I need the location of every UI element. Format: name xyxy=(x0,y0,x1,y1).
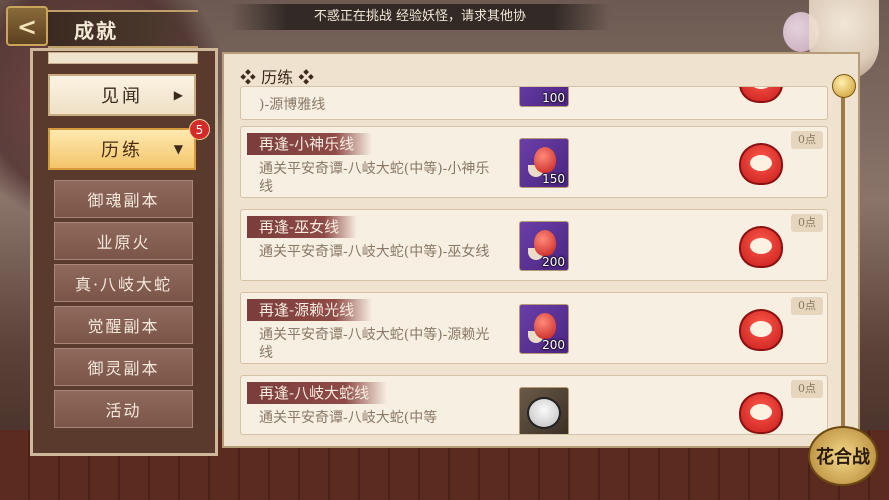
reward-item[interactable]: 200 xyxy=(519,304,569,354)
sidebar-item-partial[interactable] xyxy=(48,52,198,64)
subcategory-orochi[interactable]: 真·八岐大蛇 xyxy=(54,264,193,302)
sidebar-item-jianwen[interactable]: 见闻 ▶ xyxy=(48,74,196,116)
red-soul-jade-icon xyxy=(534,313,556,339)
sidebar-item-label: 见闻 xyxy=(101,86,143,107)
daruma-icon xyxy=(739,226,783,268)
scrollbar-knob[interactable] xyxy=(832,74,856,98)
achievement-entry[interactable]: 再逢-巫女线 通关平安奇谭-八岐大蛇(中等)-巫女线 200 0点 xyxy=(240,209,828,281)
notice-banner[interactable]: 不惑正在挑战 经验妖怪，请求其他协 xyxy=(230,4,610,30)
achievement-name: 再逢-巫女线 xyxy=(247,216,358,238)
achievement-desc: 通关平安奇谭-八岐大蛇(中等 xyxy=(259,410,438,426)
page-title: 成就 xyxy=(74,19,118,43)
daruma-icon xyxy=(739,143,783,185)
subcategory-yeyuanhuo[interactable]: 业原火 xyxy=(54,222,193,260)
scrollbar-track[interactable] xyxy=(841,92,845,432)
achievement-entry-partial[interactable]: )-源博雅线 100 xyxy=(240,86,828,120)
achievement-desc: 通关平安奇谭-八岐大蛇(中等)-巫女线 xyxy=(259,244,490,260)
subcategory-yuling[interactable]: 御灵副本 xyxy=(54,348,193,386)
reward-qty: 150 xyxy=(542,172,565,186)
red-soul-jade-icon xyxy=(534,147,556,173)
chevron-right-icon: ▶ xyxy=(173,88,186,102)
achievement-entry[interactable]: 再逢-小神乐线 通关平安奇谭-八岐大蛇(中等)-小神乐线 150 0点 xyxy=(240,126,828,198)
subcategory-yuhun[interactable]: 御魂副本 xyxy=(54,180,193,218)
back-button[interactable]: < xyxy=(6,6,48,46)
achievement-name: 再逢-八岐大蛇线 xyxy=(247,382,388,404)
reward-item[interactable]: 150 xyxy=(519,138,569,188)
daruma-icon xyxy=(739,87,783,103)
red-soul-jade-icon xyxy=(534,230,556,256)
achievement-name: 再逢-小神乐线 xyxy=(247,133,373,155)
panel-title: ❖ 历练 ❖ xyxy=(240,68,315,87)
subcategory-awakening[interactable]: 觉醒副本 xyxy=(54,306,193,344)
reward-qty: 200 xyxy=(542,338,565,352)
title-plate xyxy=(48,10,198,48)
reward-item[interactable]: 200 xyxy=(519,221,569,271)
achievement-desc: 通关平安奇谭-八岐大蛇(中等)-小神乐线 xyxy=(259,161,490,195)
sidebar-item-lilian[interactable]: 历练 ▼ xyxy=(48,128,196,170)
reward-qty: 200 xyxy=(542,255,565,269)
notification-badge: 5 xyxy=(189,119,210,140)
chevron-down-icon: ▼ xyxy=(173,142,186,156)
daruma-icon xyxy=(739,392,783,434)
hanagassen-button[interactable]: 花合战 xyxy=(808,426,878,486)
achievement-entry[interactable]: 再逢-源赖光线 通关平安奇谭-八岐大蛇(中等)-源赖光线 200 0点 xyxy=(240,292,828,364)
achievement-desc: 通关平安奇谭-八岐大蛇(中等)-源赖光线 xyxy=(259,327,490,361)
shikigami-portrait-icon xyxy=(527,397,561,429)
sidebar-item-label: 历练 xyxy=(101,140,143,161)
points-label: 0点 xyxy=(791,214,823,232)
achievement-desc: )-源博雅线 xyxy=(259,97,326,113)
daruma-icon xyxy=(739,309,783,351)
reward-item[interactable]: 100 xyxy=(519,87,569,107)
subcategory-event[interactable]: 活动 xyxy=(54,390,193,428)
points-label: 0点 xyxy=(791,380,823,398)
achievement-name: 再逢-源赖光线 xyxy=(247,299,373,321)
achievement-entry[interactable]: 再逢-八岐大蛇线 通关平安奇谭-八岐大蛇(中等 0点 xyxy=(240,375,828,435)
points-label: 0点 xyxy=(791,131,823,149)
points-label: 0点 xyxy=(791,297,823,315)
top-bar: < 成就 不惑正在挑战 经验妖怪，请求其他协 xyxy=(0,0,889,48)
reward-qty: 100 xyxy=(542,91,565,105)
reward-item[interactable] xyxy=(519,387,569,434)
back-arrow-icon: < xyxy=(16,11,38,41)
